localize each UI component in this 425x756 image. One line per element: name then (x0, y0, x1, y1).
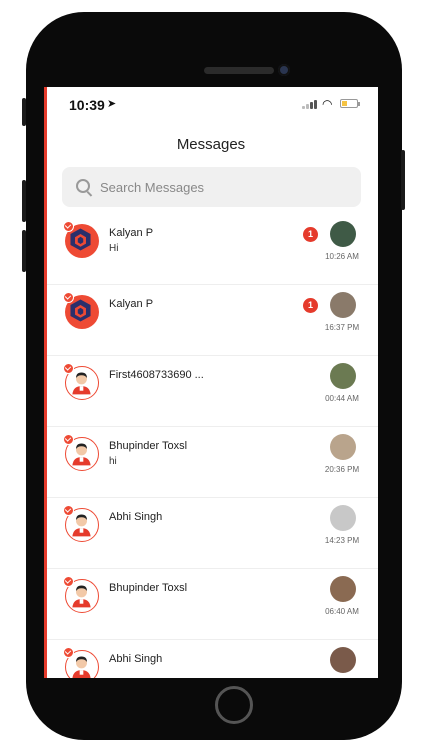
conversation-row[interactable]: Kalyan P 1 16:37 PM (47, 285, 378, 356)
earpiece-speaker (204, 67, 274, 74)
contact-photo-thumbnail (330, 221, 356, 247)
battery-icon (340, 99, 360, 108)
message-time: 20:36 PM (324, 465, 360, 474)
contact-photo-thumbnail (330, 434, 356, 460)
verified-check-icon (63, 647, 74, 658)
conversation-row[interactable]: Kalyan P Hi 1 10:26 AM (47, 214, 378, 285)
contact-name: Kalyan P (109, 298, 154, 310)
verified-check-icon (63, 576, 74, 587)
conversation-list: Kalyan P Hi 1 10:26 AM Kalyan P 1 16:37 PM Firs… (47, 214, 378, 678)
conversation-row[interactable]: Bhupinder Toxsl hi 20:36 PM (47, 427, 378, 498)
conversation-row[interactable]: Bhupinder Toxsl 06:40 AM (47, 569, 378, 640)
volume-down-button (22, 230, 26, 272)
conversation-row[interactable]: Abhi Singh 14:23 PM (47, 498, 378, 569)
verified-check-icon (63, 363, 74, 374)
verified-check-icon (63, 505, 74, 516)
contact-name: Kalyan P (109, 227, 154, 239)
contact-photo-thumbnail (330, 576, 356, 602)
contact-photo-thumbnail (330, 647, 356, 673)
search-input[interactable] (100, 167, 350, 207)
contact-photo-thumbnail (330, 363, 356, 389)
contact-name: First4608733690 ... (109, 369, 204, 381)
message-time: 06:40 AM (325, 607, 359, 616)
front-camera (278, 64, 290, 76)
conversation-row[interactable]: Abhi Singh (47, 640, 378, 678)
message-preview: hi (109, 456, 117, 467)
volume-up-button (22, 180, 26, 222)
wifi-icon: ◠ (322, 97, 333, 111)
status-time: 10:39 (69, 97, 105, 113)
location-arrow-icon: ➤ (107, 98, 117, 110)
message-time: 14:23 PM (324, 536, 360, 545)
conversation-row[interactable]: First4608733690 ... 00:44 AM (47, 356, 378, 427)
contact-name: Abhi Singh (109, 511, 163, 523)
contact-name: Bhupinder Toxsl (109, 582, 188, 594)
search-bar[interactable] (62, 167, 361, 207)
cellular-signal-icon (302, 99, 318, 109)
verified-check-icon (63, 434, 74, 445)
status-bar: 10:39 ➤ ◠ (44, 87, 378, 121)
unread-badge: 1 (303, 298, 318, 313)
contact-photo-thumbnail (330, 292, 356, 318)
contact-photo-thumbnail (330, 505, 356, 531)
home-button[interactable] (215, 686, 253, 724)
page-title: Messages (176, 136, 246, 153)
message-preview: Hi (109, 243, 119, 254)
app-screen: 10:39 ➤ ◠ Messages Kalyan PHi110:26 AMKa… (44, 87, 378, 678)
verified-check-icon (63, 292, 74, 303)
mute-switch (22, 98, 26, 126)
message-time: 00:44 AM (325, 394, 359, 403)
contact-name: Abhi Singh (109, 653, 163, 665)
verified-check-icon (63, 221, 74, 232)
contact-name: Bhupinder Toxsl (109, 440, 188, 452)
search-icon (76, 179, 90, 193)
message-time: 16:37 PM (324, 323, 360, 332)
message-time: 10:26 AM (325, 252, 359, 261)
unread-badge: 1 (303, 227, 318, 242)
power-button (401, 150, 405, 210)
